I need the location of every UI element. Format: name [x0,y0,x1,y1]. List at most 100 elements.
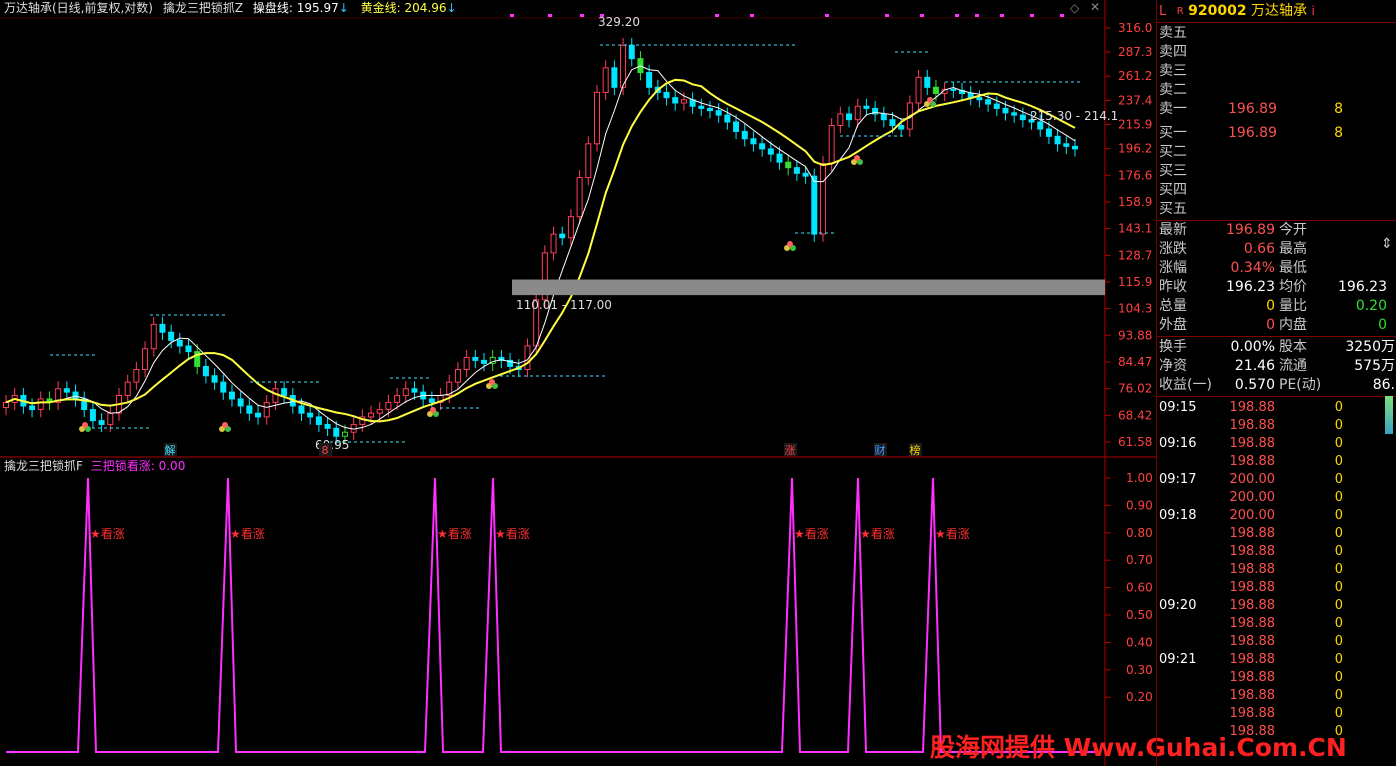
event-dot [510,14,514,17]
price-band [512,279,1105,296]
sub-tick-label: 0.80 [1126,526,1153,540]
sub-tick-label: 0.50 [1126,608,1153,622]
tick-time: 09:15 [1159,400,1197,415]
buy-level-label: 买五 [1159,201,1187,217]
candle-body [220,381,227,393]
flower-marker-icon [489,379,495,385]
quote-row: 最新 196.89 今开 [1159,221,1395,240]
candle-body [98,420,105,425]
flower-marker-icon [927,97,933,103]
sub-tick-label: 0.60 [1126,581,1153,595]
event-dot [1000,14,1004,17]
stock-name: 万达轴承 [1251,3,1308,19]
candle-body [889,119,896,126]
quote-value: 196.23 [1338,279,1387,295]
candle-body [898,124,905,130]
candle-body [394,394,401,403]
quote-value: 0.34% [1230,260,1275,276]
down-arrow-icon: ↓ [446,1,457,15]
event-dot [1060,14,1064,17]
bottom-tag: 榜 [910,443,921,457]
bottom-tag: 8 [322,444,329,457]
quote-label: 总量 [1159,298,1187,314]
sub-indicator-name[interactable]: 擒龙三把锁抓F [4,459,83,473]
signal-text: ★看涨 [495,526,530,541]
tick-volume: 0 [1334,634,1343,649]
tick-price: 198.88 [1229,670,1276,685]
diamond-icon[interactable]: ◇ [1070,1,1079,15]
tick-volume: 0 [1334,616,1343,631]
candle-body [646,72,653,88]
quote-value: 0.20 [1355,298,1387,314]
signal-text: ★看涨 [230,526,265,541]
tick-price: 198.88 [1229,580,1276,595]
tick-price: 198.88 [1229,418,1276,433]
event-dot [920,14,924,17]
tick-volume: 0 [1334,652,1343,667]
tick-row: 198.88 0 [1159,704,1395,723]
sub-tick-label: 0.70 [1126,553,1153,567]
sell-volume: 8 [1334,101,1343,117]
event-dot [580,14,584,17]
candle-body [124,381,131,396]
tick-row: 200.00 0 [1159,488,1395,507]
candle-body [985,99,992,105]
quote-value: 196.89 [1226,222,1275,238]
sell-level-label: 卖二 [1159,82,1187,98]
candle-body [828,124,835,165]
divider [1157,336,1396,337]
badge-l[interactable]: L [1159,4,1166,19]
kline-chart-svg[interactable]: 316.0 287.3 261.2 237.4 215.9 196.2 176.6 158.9… [0,0,1156,766]
candle-body [698,105,705,109]
bottom-tag: 财 [875,443,886,457]
event-dot [715,14,719,17]
candle-body [628,44,635,60]
price-tick-label: 68.42 [1118,408,1152,422]
info-icon[interactable]: i [1311,4,1314,18]
candle-body [724,114,731,123]
quote-row: 涨幅 0.34% 最低 [1159,259,1395,278]
sell-row: 卖五 [1159,24,1395,43]
candle-body [785,161,792,169]
signal-text: ★看涨 [794,526,829,541]
down-arrow-icon: ↓ [338,1,349,15]
tick-row: 198.88 0 [1159,668,1395,687]
price-tick-label: 61.58 [1118,435,1152,449]
buy-level-label: 买四 [1159,182,1187,198]
candle-body [602,67,609,93]
tick-row: 09:21 198.88 0 [1159,650,1395,669]
close-icon[interactable]: ✕ [1090,0,1100,14]
quote-label: 均价 [1279,279,1307,295]
sub-tick-label: 0.20 [1126,690,1153,704]
event-dot [548,14,552,17]
price-tick-label: 84.47 [1118,355,1152,369]
price-tick-label: 287.3 [1118,45,1152,59]
flower-marker-icon [787,241,793,247]
candle-body [150,323,157,350]
stat-value: 0.00% [1230,339,1275,355]
quote-label: 外盘 [1159,317,1187,333]
candle-body [1019,114,1026,121]
candle-body [263,401,270,418]
sub-tick-label: 0.90 [1126,498,1153,512]
indicator-name[interactable]: 擒龙三把锁抓Z [163,1,243,15]
event-dot [1030,14,1034,17]
tick-price: 198.88 [1229,652,1276,667]
high-label: 329.20 [598,15,640,29]
ma-white-line [5,65,1076,430]
candle-body [620,44,627,88]
scroll-toggle-icon[interactable]: ⇕ [1381,236,1393,252]
stat-value: 575万 [1354,358,1395,374]
tick-volume: 0 [1334,688,1343,703]
candle-body [776,153,783,163]
tick-volume: 0 [1334,508,1343,523]
candle-body [454,369,461,383]
sell-row: 卖二 [1159,81,1395,100]
badge-r[interactable]: R [1177,6,1184,17]
candle-body [715,110,722,116]
signal-text: ★看涨 [860,526,895,541]
kline-chart-area[interactable]: 316.0 287.3 261.2 237.4 215.9 196.2 176.6 158.9… [0,0,1347,766]
tick-volume: 0 [1334,472,1343,487]
stat-label: 换手 [1159,339,1187,355]
quote-value: 196.23 [1226,279,1275,295]
